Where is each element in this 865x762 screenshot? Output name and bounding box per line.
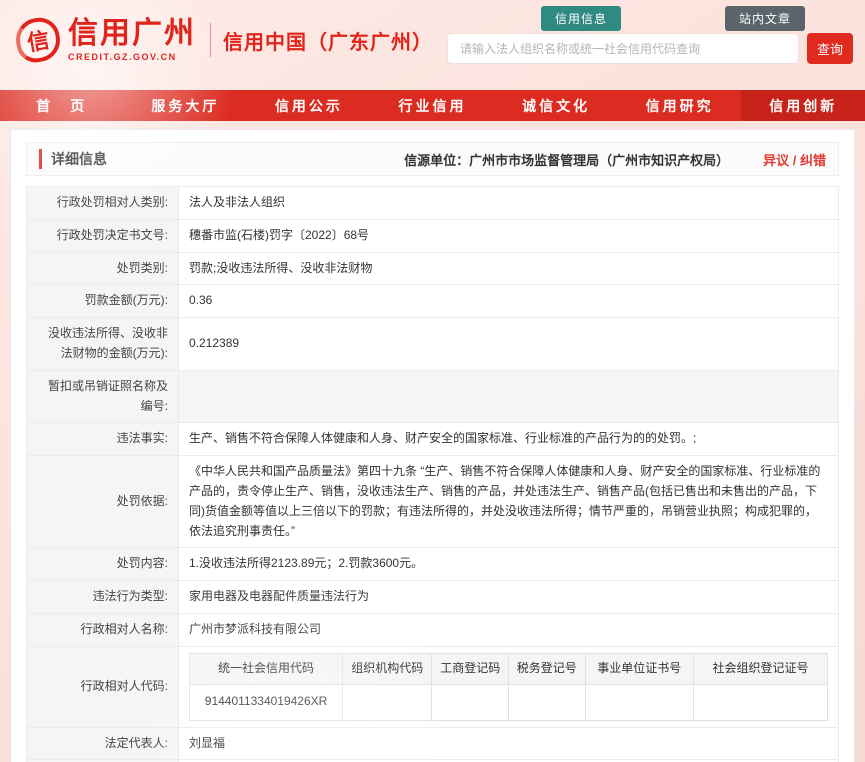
source-unit-label: 信源单位：广州市市场监督管理局（广州市知识产权局） bbox=[404, 152, 730, 168]
unified-social-credit-code: 9144011334019426XR bbox=[188, 683, 344, 721]
logo-text-block: 信用广州 CREDIT.GZ.GOV.CN bbox=[68, 16, 196, 62]
field-label: 行政处罚相对人类别: bbox=[26, 186, 179, 220]
field-label: 行政相对人名称: bbox=[26, 612, 179, 647]
code-header: 社会组织登记证号 bbox=[692, 652, 829, 685]
code-header: 事业单位证书号 bbox=[584, 652, 694, 685]
table-row: 行政相对人名称: 广州市梦派科技有限公司 bbox=[26, 612, 839, 647]
nav-item-integrity-culture[interactable]: 诚信文化 bbox=[494, 90, 618, 121]
field-label: 处罚内容: bbox=[26, 547, 179, 582]
table-row: 罚款金额(万元): 0.36 bbox=[26, 284, 839, 319]
field-label: 行政相对人代码: bbox=[26, 645, 179, 728]
party-code-table: 统一社会信用代码 组织机构代码 工商登记码 税务登记号 事业单位证书号 社会组织… bbox=[188, 652, 829, 721]
field-value bbox=[178, 369, 839, 424]
code-table-value-row: 9144011334019426XR bbox=[188, 683, 829, 721]
nav-item-home[interactable]: 首 页 bbox=[0, 90, 124, 121]
field-value: 0.212389 bbox=[178, 317, 839, 371]
main-nav: 首 页 服务大厅 信用公示 行业信用 诚信文化 信用研究 信用创新 bbox=[0, 90, 865, 121]
field-value: 0.36 bbox=[178, 284, 839, 319]
page-title: 详细信息 bbox=[39, 149, 107, 169]
page-header: 信 信用广州 CREDIT.GZ.GOV.CN 信用中国（广东广州） 信用信息 … bbox=[0, 0, 865, 90]
code-header: 组织机构代码 bbox=[342, 652, 433, 685]
nav-item-industry-credit[interactable]: 行业信用 bbox=[371, 90, 495, 121]
code-cell-empty bbox=[431, 683, 509, 721]
nav-item-service-hall[interactable]: 服务大厅 bbox=[124, 90, 248, 121]
code-cell-empty bbox=[342, 683, 433, 721]
search-button[interactable]: 查询 bbox=[807, 33, 853, 64]
field-label: 行政处罚决定书文号: bbox=[26, 218, 179, 253]
field-label: 违法行为类型: bbox=[26, 580, 179, 614]
code-cell-empty bbox=[584, 683, 694, 721]
table-row: 暂扣或吊销证照名称及编号: bbox=[26, 369, 839, 424]
site-articles-button[interactable]: 站内文章 bbox=[724, 6, 805, 31]
field-value: 刘显福 bbox=[178, 726, 839, 761]
site-title: 信用中国（广东广州） bbox=[223, 31, 433, 54]
table-row: 违法事实: 生产、销售不符合保障人体健康和人身、财产安全的国家标准、行业标准的产… bbox=[26, 422, 839, 457]
field-value: 广州市梦派科技有限公司 bbox=[178, 612, 839, 647]
code-header: 统一社会信用代码 bbox=[188, 652, 344, 685]
code-table-header-row: 统一社会信用代码 组织机构代码 工商登记码 税务登记号 事业单位证书号 社会组织… bbox=[188, 652, 829, 685]
table-row: 没收违法所得、没收非法财物的金额(万元): 0.212389 bbox=[26, 317, 839, 371]
header-quick-buttons: 信用信息 站内文章 bbox=[540, 6, 805, 31]
table-row: 法定代表人: 刘显福 bbox=[26, 726, 839, 761]
field-value: 家用电器及电器配件质量违法行为 bbox=[178, 580, 839, 614]
logo-glyph: 信 bbox=[25, 27, 52, 56]
field-value: 生产、销售不符合保障人体健康和人身、财产安全的国家标准、行业标准的产品行为的的处… bbox=[178, 422, 839, 457]
field-value: 穗番市监(石楼)罚字〔2022〕68号 bbox=[178, 218, 839, 253]
site-logo: 信 信用广州 CREDIT.GZ.GOV.CN 信用中国（广东广州） bbox=[12, 14, 433, 66]
detail-header: 详细信息 信源单位：广州市市场监督管理局（广州市知识产权局） 异议 / 纠错 bbox=[26, 142, 839, 176]
table-row: 违法行为类型: 家用电器及电器配件质量违法行为 bbox=[26, 580, 839, 614]
field-label: 违法事实: bbox=[26, 422, 179, 457]
table-row: 行政处罚相对人类别: 法人及非法人组织 bbox=[26, 186, 839, 220]
table-row: 处罚内容: 1.没收违法所得2123.89元；2.罚款3600元。 bbox=[26, 547, 839, 582]
logo-subtitle: CREDIT.GZ.GOV.CN bbox=[68, 51, 177, 62]
field-value: 统一社会信用代码 组织机构代码 工商登记码 税务登记号 事业单位证书号 社会组织… bbox=[178, 645, 839, 728]
nav-item-credit-research[interactable]: 信用研究 bbox=[618, 90, 742, 121]
code-header: 税务登记号 bbox=[507, 652, 586, 685]
field-label: 暂扣或吊销证照名称及编号: bbox=[26, 369, 179, 424]
field-value: 法人及非法人组织 bbox=[178, 186, 839, 220]
table-row: 处罚类别: 罚款;没收违法所得、没收非法财物 bbox=[26, 251, 839, 286]
search-bar: 查询 bbox=[447, 33, 853, 64]
table-row: 行政处罚决定书文号: 穗番市监(石楼)罚字〔2022〕68号 bbox=[26, 218, 839, 253]
field-label: 处罚类别: bbox=[26, 251, 179, 286]
field-value: 罚款;没收违法所得、没收非法财物 bbox=[178, 251, 839, 286]
field-label: 没收违法所得、没收非法财物的金额(万元): bbox=[26, 317, 179, 371]
field-value: 1.没收违法所得2123.89元；2.罚款3600元。 bbox=[178, 547, 839, 582]
credit-info-button[interactable]: 信用信息 bbox=[540, 6, 621, 31]
logo-divider bbox=[210, 23, 211, 57]
detail-card: 详细信息 信源单位：广州市市场监督管理局（广州市知识产权局） 异议 / 纠错 行… bbox=[10, 129, 855, 762]
code-cell-empty bbox=[692, 683, 829, 721]
field-label: 罚款金额(万元): bbox=[26, 284, 179, 319]
nav-item-credit-innovation[interactable]: 信用创新 bbox=[741, 90, 865, 121]
search-input[interactable] bbox=[447, 33, 799, 64]
code-header: 工商登记码 bbox=[431, 652, 509, 685]
logo-brush-icon: 信 bbox=[12, 14, 64, 66]
field-value: 《中华人民共和国产品质量法》第四十九条 “生产、销售不符合保障人体健康和人身、财… bbox=[178, 455, 839, 549]
code-cell-empty bbox=[507, 683, 586, 721]
table-row: 处罚依据: 《中华人民共和国产品质量法》第四十九条 “生产、销售不符合保障人体健… bbox=[26, 455, 839, 549]
field-label: 处罚依据: bbox=[26, 455, 179, 549]
nav-item-credit-publicity[interactable]: 信用公示 bbox=[247, 90, 371, 121]
logo-title: 信用广州 bbox=[68, 16, 196, 50]
field-label: 法定代表人: bbox=[26, 726, 179, 761]
dispute-correction-link[interactable]: 异议 / 纠错 bbox=[763, 150, 826, 169]
table-row-party-codes: 行政相对人代码: 统一社会信用代码 组织机构代码 工商登记码 税务登记号 事业单… bbox=[26, 645, 839, 728]
penalty-info-table: 行政处罚相对人类别: 法人及非法人组织 行政处罚决定书文号: 穗番市监(石楼)罚… bbox=[26, 186, 839, 762]
